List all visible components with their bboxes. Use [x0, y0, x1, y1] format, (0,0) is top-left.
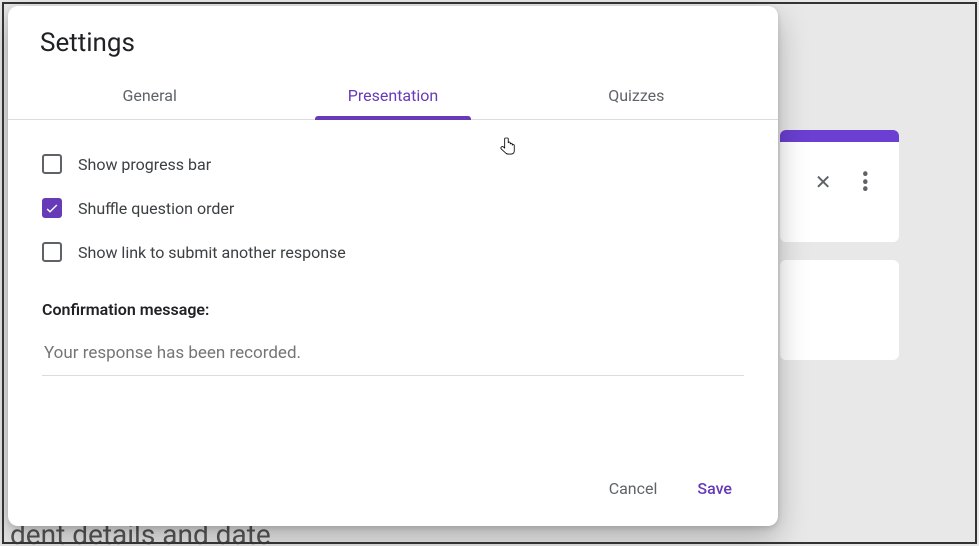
- checkbox-shuffle-question-order[interactable]: [42, 198, 62, 218]
- modal-footer: Cancel Save: [8, 461, 778, 514]
- option-label: Show progress bar: [78, 155, 211, 174]
- check-icon: [44, 200, 60, 216]
- tab-general[interactable]: General: [28, 72, 271, 119]
- settings-modal: Settings General Presentation Quizzes Sh…: [8, 6, 778, 526]
- tab-quizzes[interactable]: Quizzes: [515, 72, 758, 119]
- modal-title: Settings: [8, 28, 778, 72]
- close-icon: ✕: [815, 172, 832, 192]
- background-form-accent: [780, 130, 899, 142]
- more-vert-icon: •••: [862, 172, 869, 195]
- tab-bar: General Presentation Quizzes: [8, 72, 778, 120]
- option-show-progress-bar: Show progress bar: [42, 142, 744, 186]
- cancel-button[interactable]: Cancel: [595, 469, 672, 508]
- save-button[interactable]: Save: [683, 469, 746, 508]
- option-shuffle-question-order: Shuffle question order: [42, 186, 744, 230]
- option-label: Show link to submit another response: [78, 243, 346, 262]
- confirmation-label: Confirmation message:: [42, 300, 744, 319]
- background-form-card: ✕ •••: [780, 142, 899, 242]
- checkbox-show-another-response-link[interactable]: [42, 242, 62, 262]
- modal-body: Show progress bar Shuffle question order…: [8, 120, 778, 461]
- option-show-another-response-link: Show link to submit another response: [42, 230, 744, 274]
- confirmation-message-input[interactable]: [42, 337, 744, 376]
- checkbox-show-progress-bar[interactable]: [42, 154, 62, 174]
- option-label: Shuffle question order: [78, 199, 234, 218]
- background-form-card-2: [780, 260, 899, 360]
- tab-presentation[interactable]: Presentation: [271, 72, 514, 119]
